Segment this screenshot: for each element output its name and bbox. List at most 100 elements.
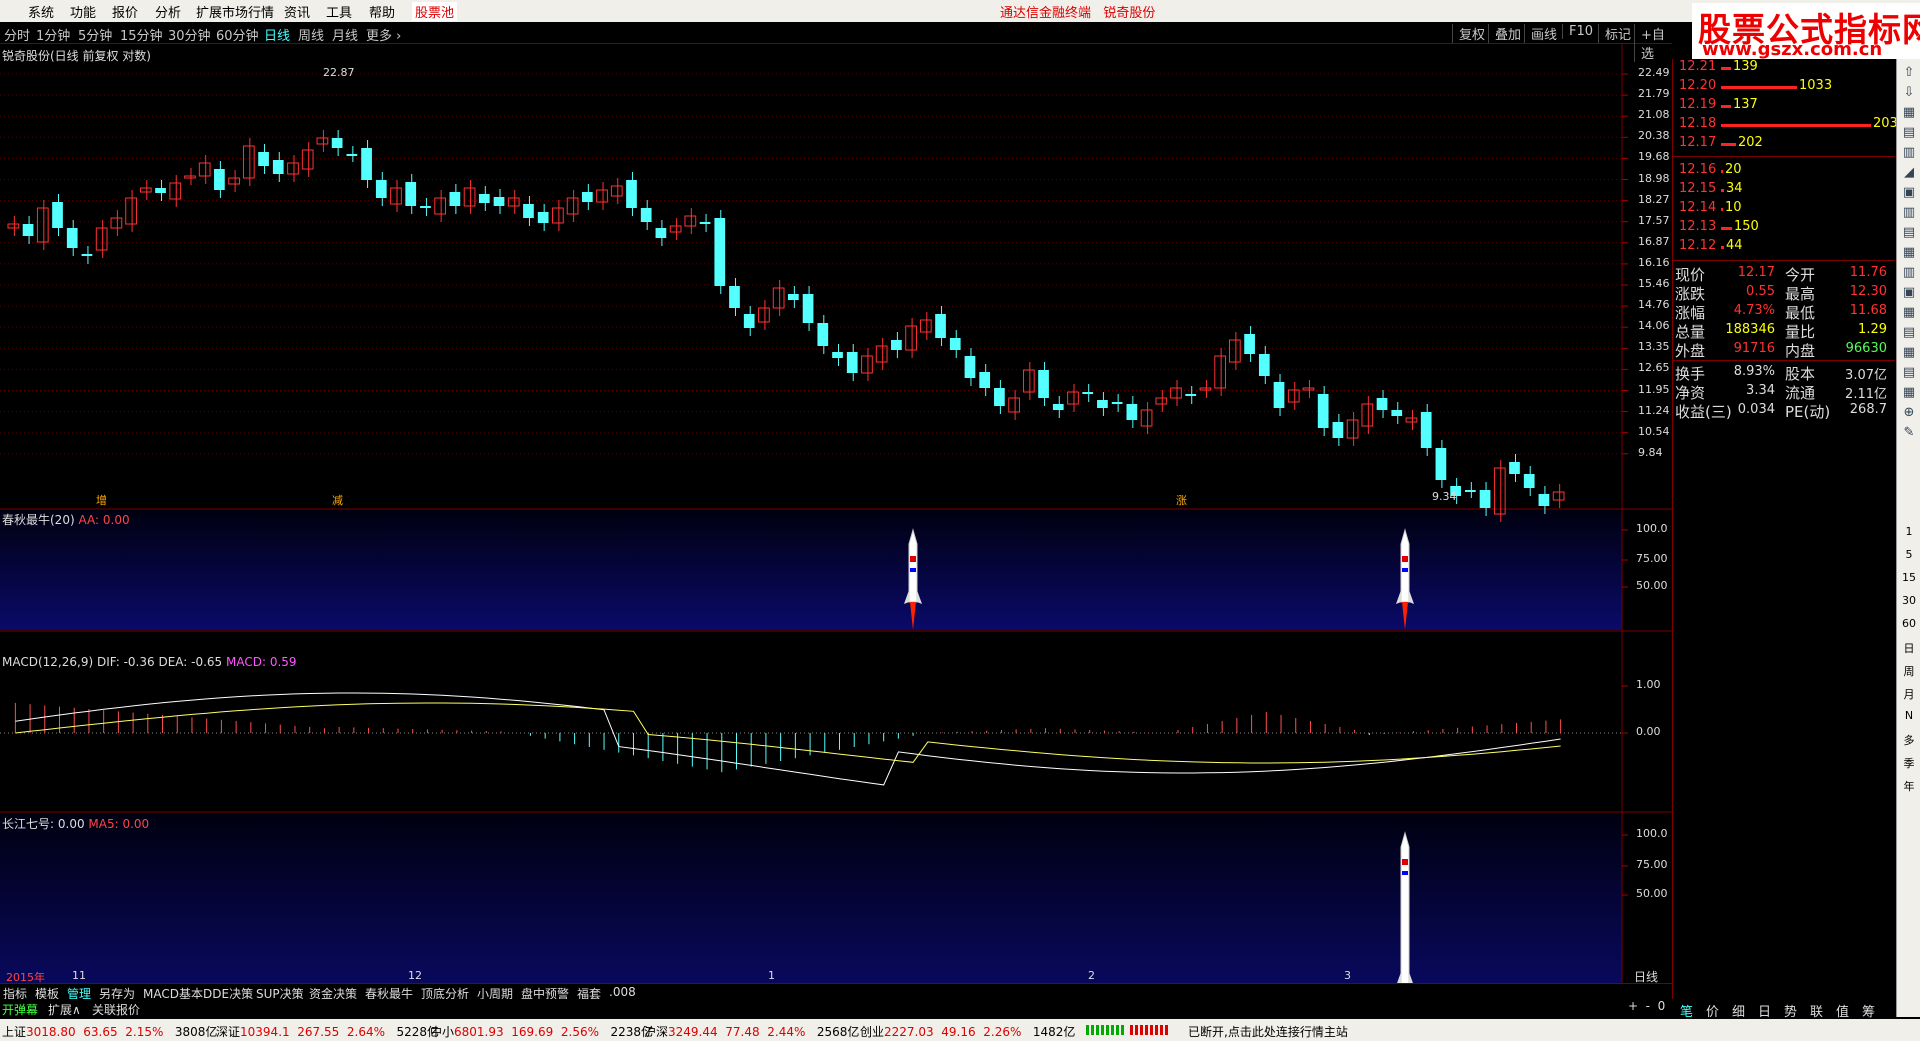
quote-value: 268.7 [1849, 402, 1887, 417]
tab-period-15min[interactable]: 15分钟 [120, 25, 163, 44]
order-volume: 202 [1738, 135, 1763, 150]
tool-icon[interactable]: ▥ [1899, 145, 1919, 160]
side-period-button[interactable]: 60 [1899, 617, 1919, 630]
tool-icon[interactable]: ◢ [1899, 165, 1919, 180]
side-period-button[interactable]: 日 [1899, 640, 1919, 656]
order-book-row[interactable]: 12.19 137 [1679, 97, 1889, 116]
tool-icon[interactable]: ✎ [1899, 425, 1919, 440]
connection-status[interactable]: 已断开,点击此处连接行情主站 [1188, 1023, 1348, 1040]
chart-canvas[interactable] [0, 44, 1672, 984]
quote-panel-tab[interactable]: 价 [1706, 1001, 1719, 1020]
tool-icon[interactable]: ▤ [1899, 365, 1919, 380]
menu-item-quote[interactable]: 报价 [112, 2, 138, 21]
order-book-row[interactable]: 12.14 10 [1679, 200, 1889, 219]
side-period-button[interactable]: 月 [1899, 686, 1919, 702]
order-book-row[interactable]: 12.16 20 [1679, 162, 1889, 181]
tool-icon[interactable]: ▣ [1899, 185, 1919, 200]
quote-panel-tab[interactable]: 日 [1758, 1001, 1771, 1020]
tab-period-30min[interactable]: 30分钟 [168, 25, 211, 44]
tab-period-5min[interactable]: 5分钟 [78, 25, 112, 44]
rocket-body [908, 528, 918, 603]
quote-label: 今开 [1785, 266, 1816, 284]
index-zx[interactable]: 中小6801.93 169.69 2.56% 2238亿 [430, 1023, 653, 1040]
adjust-button[interactable]: 复权 [1452, 24, 1485, 43]
side-period-button[interactable]: 周 [1899, 663, 1919, 679]
quote-panel-tab[interactable]: 筹 [1862, 1001, 1875, 1020]
tool-icon[interactable]: ▤ [1899, 125, 1919, 140]
tool-icon[interactable]: ▣ [1899, 285, 1919, 300]
f10-button[interactable]: F10 [1562, 24, 1593, 39]
candle-up [1287, 389, 1300, 403]
menu-item-tools[interactable]: 工具 [326, 2, 352, 21]
tab-period-weekly[interactable]: 周线 [298, 25, 324, 44]
side-period-button[interactable]: N [1899, 709, 1919, 722]
chart-area[interactable]: 锐奇股份(日线 前复权 对数) 22.87 9.34 增 减 涨 22.49 21… [0, 44, 1672, 984]
tool-icon[interactable]: ▦ [1899, 105, 1919, 120]
side-period-button[interactable]: 年 [1899, 778, 1919, 794]
menu-item-function[interactable]: 功能 [70, 2, 96, 21]
draw-line-button[interactable]: 画线 [1524, 24, 1557, 43]
menu-item-ext-market[interactable]: 扩展市场行情 [196, 2, 274, 21]
order-book-row[interactable]: 12.12 44 [1679, 238, 1889, 257]
tab-period-intraday[interactable]: 分时 [4, 25, 30, 44]
candle-up [95, 227, 108, 251]
y-tick-label: 14.06 [1638, 319, 1670, 333]
tab-period-monthly[interactable]: 月线 [332, 25, 358, 44]
side-period-button[interactable]: 15 [1899, 571, 1919, 584]
tool-icon[interactable]: ▥ [1899, 265, 1919, 280]
order-volume-bar [1721, 170, 1723, 173]
related-quote-tab[interactable]: 关联报价 [92, 1001, 140, 1018]
order-book-row[interactable]: 12.18 2030 [1679, 116, 1906, 135]
stock-pool-button[interactable]: 股票池 [412, 2, 458, 21]
tool-icon[interactable]: ⊕ [1899, 405, 1919, 420]
index-cy[interactable]: 创业2227.03 49.16 2.26% 1482亿 [860, 1023, 1075, 1040]
extend-toggle[interactable]: 扩展∧ [48, 1001, 81, 1018]
candle-down [1082, 392, 1094, 394]
order-book-row[interactable]: 12.13 150 [1679, 219, 1889, 238]
quote-panel-tab[interactable]: 细 [1732, 1001, 1745, 1020]
side-period-button[interactable]: 30 [1899, 594, 1919, 607]
tab-period-daily[interactable]: 日线 [264, 25, 290, 44]
tool-icon[interactable]: ▦ [1899, 345, 1919, 360]
tool-icon[interactable]: ▦ [1899, 245, 1919, 260]
menu-item-news[interactable]: 资讯 [284, 2, 310, 21]
tab-period-more[interactable]: 更多 › [366, 25, 401, 44]
candle-down [743, 314, 755, 328]
quote-panel-tab[interactable]: 联 [1810, 1001, 1823, 1020]
order-book-row[interactable]: 12.21 139 [1679, 59, 1889, 78]
candle-down [788, 294, 799, 300]
order-book-row[interactable]: 12.17 202 [1679, 135, 1889, 154]
index-sh[interactable]: 上证3018.80 63.65 2.15% 3808亿 [2, 1023, 217, 1040]
menu-item-analysis[interactable]: 分析 [155, 2, 181, 21]
index-hs[interactable]: 沪深3249.44 77.48 2.44% 2568亿 [644, 1023, 859, 1040]
quote-panel-tab[interactable]: 值 [1836, 1001, 1849, 1020]
tool-icon[interactable]: ▥ [1899, 205, 1919, 220]
side-period-button[interactable]: 5 [1899, 548, 1919, 561]
quote-panel-tab[interactable]: 势 [1784, 1001, 1797, 1020]
order-book-row[interactable]: 12.15 34 [1679, 181, 1889, 200]
tab-period-60min[interactable]: 60分钟 [216, 25, 259, 44]
side-period-button[interactable]: 1 [1899, 525, 1919, 538]
zoom-in-button[interactable]: + - 0 [1628, 999, 1665, 1013]
menu-item-system[interactable]: 系统 [28, 2, 54, 21]
tool-icon[interactable]: ⇧ [1899, 65, 1919, 80]
indicator-tab[interactable]: .008 [609, 985, 636, 999]
mark-button[interactable]: 标记 [1598, 24, 1631, 43]
main-chart-title: 锐奇股份(日线 前复权 对数) [2, 49, 151, 63]
tool-icon[interactable]: ▦ [1899, 305, 1919, 320]
danmaku-toggle[interactable]: 开弹幕 [2, 1001, 38, 1018]
order-book-row[interactable]: 12.20 1033 [1679, 78, 1889, 97]
menu-item-help[interactable]: 帮助 [369, 2, 395, 21]
tool-icon[interactable]: ▤ [1899, 325, 1919, 340]
index-sz[interactable]: 深证10394.1 267.55 2.64% 5228亿 [216, 1023, 439, 1040]
tool-icon[interactable]: ⇩ [1899, 85, 1919, 100]
tool-icon[interactable]: ▦ [1899, 385, 1919, 400]
quote-panel-tab[interactable]: 笔 [1680, 1001, 1693, 1020]
tab-period-1min[interactable]: 1分钟 [36, 25, 70, 44]
candle-up [316, 137, 329, 145]
side-period-button[interactable]: 多 [1899, 732, 1919, 748]
tool-icon[interactable]: ▤ [1899, 225, 1919, 240]
quote-value: 11.76 [1849, 265, 1887, 280]
side-period-button[interactable]: 季 [1899, 755, 1919, 771]
overlay-button[interactable]: 叠加 [1488, 24, 1521, 43]
